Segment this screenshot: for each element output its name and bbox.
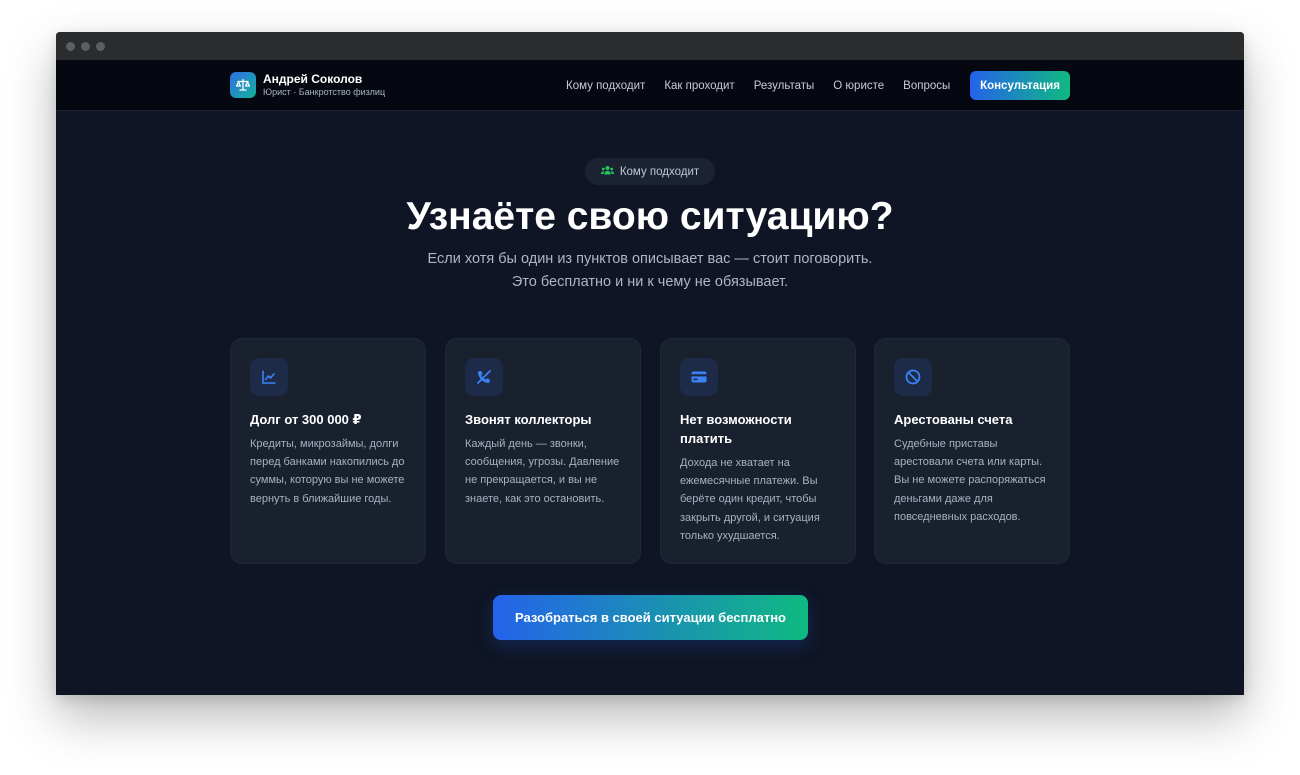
section-badge: Кому подходит — [585, 158, 715, 185]
phone-slash-icon — [465, 358, 503, 396]
nav-links: Кому подходит Как проходит Результаты О … — [566, 60, 969, 111]
section-title: Узнаёте свою ситуацию? — [406, 195, 894, 238]
scales-icon — [230, 72, 256, 98]
window-close-dot[interactable] — [66, 41, 75, 51]
free-consultation-button[interactable]: Разобраться в своей ситуации бесплатно — [493, 595, 808, 640]
ban-icon — [894, 358, 932, 396]
brand-name: Андрей Соколов — [263, 72, 363, 86]
card-title: Нет возможности платить — [680, 412, 792, 446]
card-title: Арестованы счета — [894, 412, 1013, 427]
nav-link-faq[interactable]: Вопросы — [903, 80, 950, 92]
card-title: Долг от 300 000 ₽ — [250, 412, 362, 427]
window-titlebar — [56, 32, 1244, 60]
credit-card-icon — [680, 358, 718, 396]
browser-window: Андрей Соколов Юрист · Банкротство физли… — [56, 32, 1244, 695]
card-text: Каждый день — звонки, сообщения, угрозы.… — [465, 438, 620, 505]
situation-card-debt: Долг от 300 000 ₽ Кредиты, микрозаймы, д… — [230, 338, 426, 564]
nav-link-process[interactable]: Как проходит — [664, 80, 734, 92]
window-minimize-dot[interactable] — [81, 41, 90, 51]
users-icon — [600, 165, 614, 179]
nav-link-who[interactable]: Кому подходит — [566, 80, 645, 92]
nav-link-results[interactable]: Результаты — [754, 80, 815, 92]
situation-card-cannot-pay: Нет возможности платить Дохода не хватае… — [660, 338, 856, 564]
section-subtitle: Если хотя бы один из пунктов описывает в… — [56, 248, 1244, 294]
situation-card-collectors: Звонят коллекторы Каждый день — звонки, … — [445, 338, 641, 564]
situation-card-frozen-accounts: Арестованы счета Судебные приставы арест… — [874, 338, 1070, 564]
section-badge-label: Кому подходит — [619, 165, 700, 178]
consultation-button[interactable]: Консультация — [970, 71, 1070, 100]
brand[interactable]: Андрей Соколов Юрист · Банкротство физли… — [230, 72, 385, 98]
chart-line-icon — [250, 358, 288, 396]
card-title: Звонят коллекторы — [465, 412, 592, 427]
card-text: Судебные приставы арестовали счета или к… — [894, 438, 1046, 523]
section-subtitle-line-2: Это бесплатно и ни к чему не обязывает. — [511, 274, 789, 290]
window-maximize-dot[interactable] — [96, 41, 105, 51]
card-text: Кредиты, микрозаймы, долги перед банками… — [250, 438, 405, 505]
top-navbar: Андрей Соколов Юрист · Банкротство физли… — [56, 60, 1244, 111]
card-text: Дохода не хватает на ежемесячные платежи… — [680, 457, 820, 542]
section-subtitle-line-1: Если хотя бы один из пунктов описывает в… — [427, 251, 873, 267]
nav-link-about[interactable]: О юристе — [833, 80, 884, 92]
brand-subtitle: Юрист · Банкротство физлиц — [263, 87, 386, 97]
